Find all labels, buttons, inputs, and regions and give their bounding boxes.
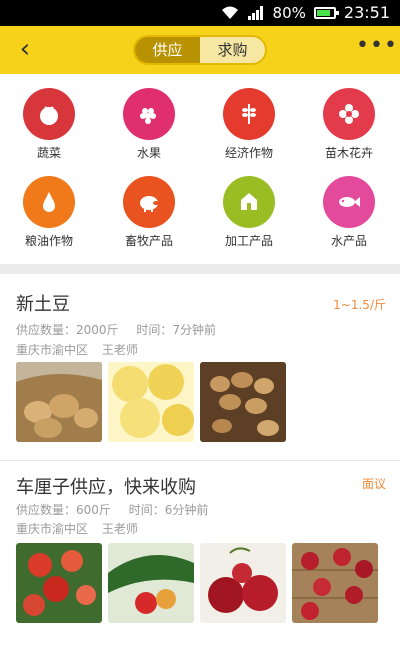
tab-supply[interactable]: 供应 <box>135 37 200 63</box>
listing-price: 面议 <box>361 477 386 491</box>
listing-images <box>16 362 286 442</box>
seller-name: 王老师 <box>101 522 138 536</box>
battery-icon <box>313 6 339 19</box>
category-fruits[interactable]: 水果 <box>109 88 189 161</box>
clock: 23:51 <box>343 3 390 22</box>
signal-icon <box>247 5 263 20</box>
category-label: 苗木花卉 <box>324 146 373 160</box>
category-label: 水果 <box>136 146 161 160</box>
listing-meta: 供应数量：600斤 时间：6分钟前 <box>16 501 208 518</box>
listing-location-row: 重庆市渝中区 王老师 <box>16 520 138 537</box>
category-vegetables[interactable]: 蔬菜 <box>9 88 89 161</box>
category-label: 蔬菜 <box>36 146 61 160</box>
listing-meta: 供应数量：2000斤 时间：7分钟前 <box>16 321 216 338</box>
category-label: 粮油作物 <box>24 234 73 248</box>
category-label: 加工产品 <box>224 234 273 248</box>
oil-drop-icon <box>23 176 75 228</box>
supply-quantity: 供应数量：600斤 <box>16 503 111 517</box>
pig-icon <box>123 176 175 228</box>
location: 重庆市渝中区 <box>16 522 89 536</box>
wifi-icon <box>221 6 238 19</box>
category-label: 经济作物 <box>224 146 273 160</box>
listing-title: 新土豆 <box>16 294 70 315</box>
battery-level <box>316 9 330 16</box>
category-grain-oil[interactable]: 粮油作物 <box>9 176 89 249</box>
sliced-potatoes-image[interactable] <box>108 362 194 442</box>
cherries-leaves-image[interactable] <box>108 543 194 623</box>
category-cash-crops[interactable]: 经济作物 <box>209 88 289 161</box>
grapes-icon <box>123 88 175 140</box>
cherries-closeup-image[interactable] <box>200 543 286 623</box>
listing-price: 1~1.5/斤 <box>333 298 386 312</box>
potatoes-sack-image[interactable] <box>16 362 102 442</box>
location: 重庆市渝中区 <box>16 343 89 357</box>
more-icon[interactable]: ••• <box>356 35 397 62</box>
category-label: 水产品 <box>330 234 367 248</box>
category-label: 畜牧产品 <box>124 234 173 248</box>
nav-bar: ‹ 供应 求购 ••• <box>0 26 400 74</box>
segmented-control: 供应 求购 <box>133 35 267 65</box>
category-aquatic[interactable]: 水产品 <box>309 176 389 249</box>
listing-title: 车厘子供应，快来收购 <box>16 477 196 498</box>
listing-card[interactable]: 车厘子供应，快来收购 面议 供应数量：600斤 时间：6分钟前 重庆市渝中区 王… <box>0 461 400 667</box>
category-processed[interactable]: 加工产品 <box>209 176 289 249</box>
section-divider <box>0 264 400 274</box>
status-bar: 80% 23:51 <box>0 0 400 26</box>
cherries-tree-image[interactable] <box>16 543 102 623</box>
tomato-icon <box>23 88 75 140</box>
flower-icon <box>323 88 375 140</box>
seller-name: 王老师 <box>101 343 138 357</box>
listing-location-row: 重庆市渝中区 王老师 <box>16 341 138 358</box>
post-time: 时间：7分钟前 <box>136 323 217 337</box>
category-grid: 蔬菜 水果 经济作物 苗木花卉 粮油作物 畜牧产品 加工产品 水产品 <box>0 74 400 256</box>
chevron-left-icon[interactable]: ‹ <box>10 34 40 66</box>
listing-card[interactable]: 新土豆 1~1.5/斤 供应数量：2000斤 时间：7分钟前 重庆市渝中区 王老… <box>0 274 400 460</box>
wheat-icon <box>223 88 275 140</box>
battery-percent: 80% <box>272 3 306 22</box>
cherries-wood-image[interactable] <box>292 543 378 623</box>
potatoes-basket-image[interactable] <box>200 362 286 442</box>
category-flowers[interactable]: 苗木花卉 <box>309 88 389 161</box>
supply-quantity: 供应数量：2000斤 <box>16 323 119 337</box>
tab-purchase[interactable]: 求购 <box>200 37 265 63</box>
post-time: 时间：6分钟前 <box>128 503 209 517</box>
listing-images <box>16 543 378 623</box>
fish-icon <box>323 176 375 228</box>
processing-icon <box>223 176 275 228</box>
category-livestock[interactable]: 畜牧产品 <box>109 176 189 249</box>
